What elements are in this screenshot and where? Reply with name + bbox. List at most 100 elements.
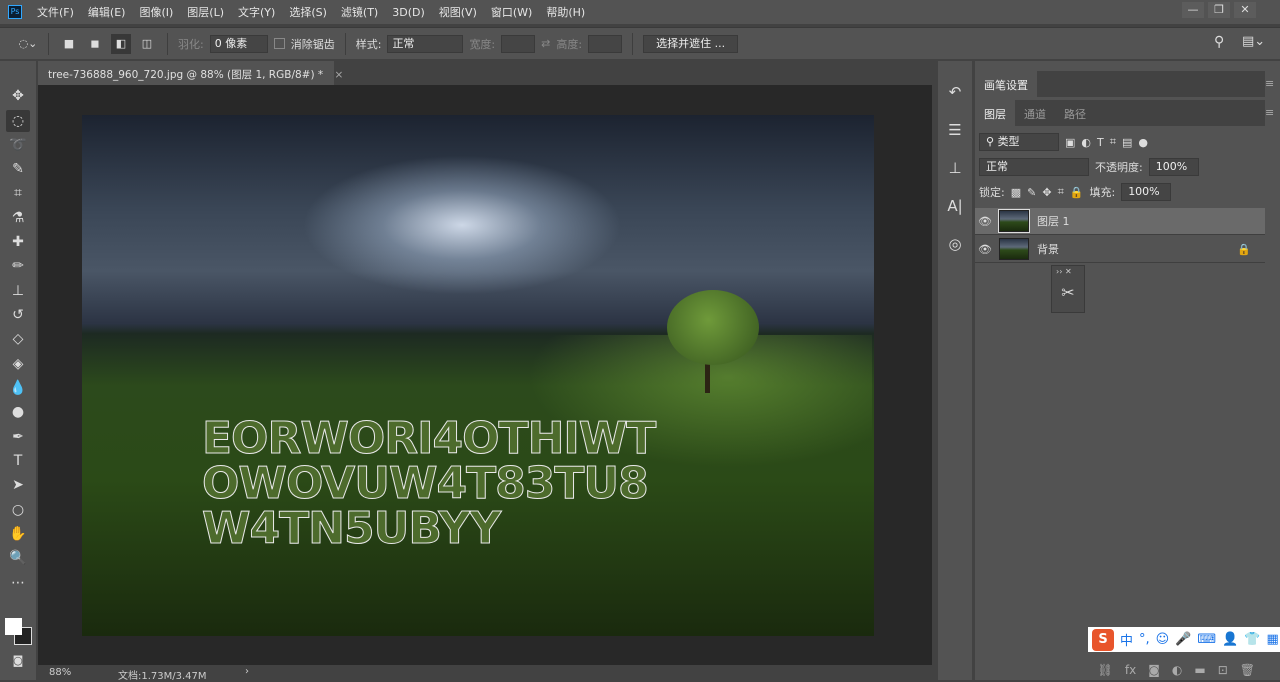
eraser-tool-icon[interactable]: ◇ [6,328,30,350]
foreground-color-swatch[interactable] [5,618,22,635]
zoom-level[interactable]: 88% [49,667,71,678]
dodge-tool-icon[interactable]: ● [6,401,30,423]
menu-edit[interactable]: 编辑(E) [81,4,133,20]
document-image[interactable]: EORWORI4OTHIWT OWOVUW4T83TU8 W4TN5UBYY [82,115,874,636]
more-tools-icon[interactable]: ⋯ [6,572,30,594]
filter-toggle-icon[interactable]: ● [1138,136,1148,149]
select-and-mask-button[interactable]: 选择并遮住 ... [643,34,739,53]
menu-window[interactable]: 窗口(W) [484,4,539,20]
close-tab-icon[interactable]: × [334,69,343,81]
menu-help[interactable]: 帮助(H) [539,4,592,20]
quick-selection-tool-icon[interactable]: ✎ [6,158,30,180]
layer-name[interactable]: 背景 [1037,241,1059,257]
visibility-eye-icon[interactable]: 👁 [975,243,995,256]
lasso-tool-icon[interactable]: ➰ [6,134,30,156]
menu-layer[interactable]: 图层(L) [180,4,231,20]
filter-smart-object-icon[interactable]: ▤ [1122,136,1132,149]
pen-tool-icon[interactable]: ✒ [6,426,30,448]
emoji-icon[interactable]: ☺ [1156,632,1170,647]
lock-image-icon[interactable]: ✎ [1027,186,1036,199]
layer-style-icon[interactable]: fx [1125,663,1136,677]
filter-adjustment-icon[interactable]: ◐ [1081,136,1091,149]
opacity-input[interactable]: 100% [1148,158,1199,176]
character-panel-icon[interactable]: A| [942,193,968,219]
sogou-logo[interactable]: S [1092,628,1114,651]
lock-artboard-icon[interactable]: ⌗ [1058,185,1064,199]
ime-punctuation[interactable]: °, [1139,632,1150,647]
layers-panel-menu-icon[interactable]: ≡ [1265,106,1274,119]
crop-tool-icon[interactable]: ⌗ [6,182,30,204]
floating-panel-controls[interactable]: ›› ✕ [1052,266,1084,277]
ellipse-tool-icon[interactable]: ○ [6,499,30,521]
toolbox-icon[interactable]: ▦ [1267,632,1279,647]
menu-filter[interactable]: 滤镜(T) [334,4,385,20]
adjustments-panel-icon[interactable]: ☰ [942,117,968,143]
search-icon[interactable]: ⚲ [1214,34,1224,50]
elliptical-marquee-preset-icon[interactable]: ◌⌄ [18,34,38,54]
restore-button[interactable]: ❐ [1208,2,1230,18]
clone-stamp-tool-icon[interactable]: ⊥ [6,280,30,302]
menu-view[interactable]: 视图(V) [432,4,484,20]
blend-mode-select[interactable]: 正常 [979,158,1089,176]
brush-tool-icon[interactable]: ✏ [6,255,30,277]
delete-layer-icon[interactable]: 🗑 [1240,663,1255,677]
visibility-eye-icon[interactable]: 👁 [975,215,995,228]
tab-brush-settings[interactable]: 画笔设置 [975,71,1037,97]
menu-image[interactable]: 图像(I) [132,4,180,20]
intersect-selection-icon[interactable]: ◫ [137,34,157,54]
tab-paths[interactable]: 路径 [1055,100,1095,126]
path-selection-tool-icon[interactable]: ➤ [6,474,30,496]
lock-all-icon[interactable]: 🔒 [1070,186,1084,199]
menu-file[interactable]: 文件(F) [30,4,81,20]
panel-menu-icon[interactable]: ≡ [1265,77,1274,90]
adjustment-layer-icon[interactable]: ◐ [1172,663,1182,677]
history-brush-tool-icon[interactable]: ↺ [6,304,30,326]
type-tool-icon[interactable]: T [6,450,30,472]
style-select[interactable]: 正常 [387,34,464,53]
minimize-button[interactable]: — [1182,2,1204,18]
new-selection-icon[interactable]: ■ [59,34,79,54]
status-menu-arrow[interactable]: › [245,666,249,677]
antialias-checkbox[interactable] [273,38,285,49]
layer-row-selected[interactable]: 👁 图层 1 [975,208,1265,235]
lock-transparent-icon[interactable]: ▩ [1011,186,1021,199]
history-panel-icon[interactable]: ↶ [942,79,968,105]
add-to-selection-icon[interactable]: ◼ [85,34,105,54]
scissors-icon[interactable]: ✂ [1052,283,1084,302]
feather-input[interactable]: 0 像素 [209,34,268,53]
new-group-icon[interactable]: ▬ [1194,663,1205,677]
layer-row[interactable]: 👁 背景 🔒 [975,236,1265,263]
user-icon[interactable]: 👤 [1222,632,1238,647]
clone-source-panel-icon[interactable]: ⊥ [942,155,968,181]
tab-channels[interactable]: 通道 [1015,100,1055,126]
paint-bucket-tool-icon[interactable]: ◈ [6,353,30,375]
creative-cloud-icon[interactable]: ◎ [942,231,968,257]
skin-icon[interactable]: 👕 [1244,632,1260,647]
filter-shape-icon[interactable]: ⌗ [1110,135,1116,149]
elliptical-marquee-tool-icon[interactable]: ◌ [6,110,30,132]
move-tool-icon[interactable]: ✥ [6,85,30,107]
layer-name[interactable]: 图层 1 [1037,213,1070,229]
swap-icon[interactable]: ⇄ [541,37,550,50]
link-layers-icon[interactable]: ⛓ [1098,663,1113,677]
subtract-from-selection-icon[interactable]: ◧ [111,33,131,54]
add-mask-icon[interactable]: ◙ [1148,663,1160,677]
filter-type-icon[interactable]: T [1097,136,1104,149]
document-tab[interactable]: tree-736888_960_720.jpg @ 88% (图层 1, RGB… [38,61,343,85]
tab-layers[interactable]: 图层 [975,100,1015,126]
zoom-tool-icon[interactable]: 🔍 [6,547,30,569]
eyedropper-tool-icon[interactable]: ⚗ [6,207,30,229]
ime-language[interactable]: 中 [1120,630,1133,649]
menu-type[interactable]: 文字(Y) [231,4,282,20]
height-input[interactable] [588,34,623,53]
keyboard-icon[interactable]: ⌨ [1197,632,1216,647]
microphone-icon[interactable]: 🎤 [1175,632,1191,647]
quick-mask-icon[interactable]: ◙ [6,650,30,672]
layer-filter-select[interactable]: ⚲ 类型 [979,133,1059,151]
workspace-icon[interactable]: ▤⌄ [1242,34,1265,49]
lock-position-icon[interactable]: ✥ [1042,186,1051,199]
menu-select[interactable]: 选择(S) [282,4,334,20]
blur-tool-icon[interactable]: 💧 [6,377,30,399]
filter-pixel-icon[interactable]: ▣ [1065,136,1075,149]
menu-3d[interactable]: 3D(D) [385,6,432,19]
